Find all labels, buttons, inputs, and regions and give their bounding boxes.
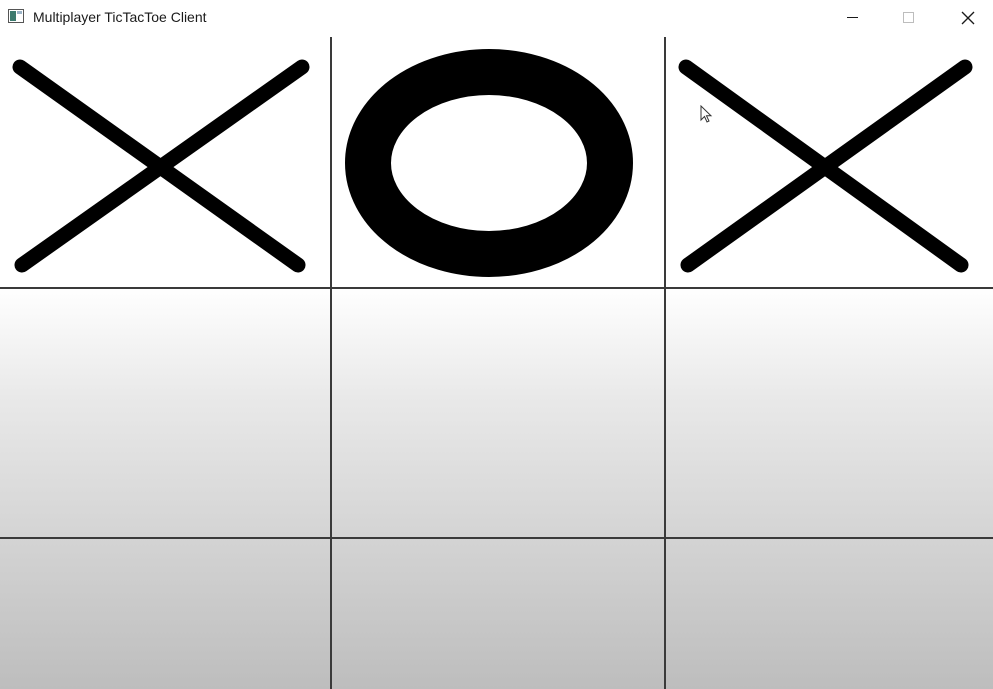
close-button[interactable]: [944, 0, 990, 36]
app-window: Multiplayer TicTacToe Client: [0, 0, 993, 689]
board-cell-2-1[interactable]: [332, 539, 664, 689]
board-cell-2-2[interactable]: [666, 539, 993, 689]
grid-line-vertical-2: [664, 37, 666, 689]
minimize-button[interactable]: [829, 0, 875, 36]
o-ring: [345, 49, 633, 277]
grid-line-vertical-1: [330, 37, 332, 689]
game-board: [0, 37, 993, 689]
board-cell-1-2[interactable]: [666, 288, 993, 537]
grid-line-horizontal-2: [0, 537, 993, 539]
board-cell-1-1[interactable]: [332, 288, 664, 537]
o-mark-icon: [345, 49, 633, 277]
title-bar: Multiplayer TicTacToe Client: [0, 0, 993, 36]
maximize-icon: [903, 12, 914, 23]
grid-line-horizontal-1: [0, 287, 993, 289]
board-cell-1-0[interactable]: [0, 288, 330, 537]
board-cell-0-2[interactable]: [666, 37, 993, 287]
x-mark-icon: [678, 59, 973, 273]
board-cell-0-1[interactable]: [332, 37, 664, 287]
maximize-button[interactable]: [885, 0, 931, 36]
board-cell-0-0[interactable]: [0, 37, 330, 287]
minimize-icon: [847, 17, 858, 18]
board-cell-2-0[interactable]: [0, 539, 330, 689]
close-icon: [961, 11, 975, 25]
app-window-icon: [8, 9, 24, 23]
x-mark-icon: [12, 59, 310, 273]
mouse-cursor-icon: [700, 104, 714, 125]
window-title: Multiplayer TicTacToe Client: [33, 9, 207, 25]
